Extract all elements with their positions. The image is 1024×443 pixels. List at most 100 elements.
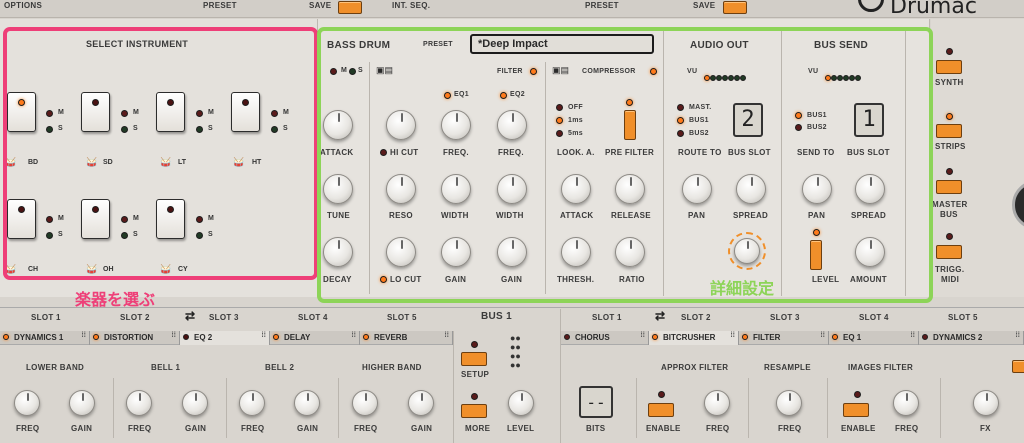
bus-label: BUS (940, 210, 958, 219)
tab-delay[interactable]: DELAY ⁞⁞ (270, 331, 360, 345)
synth-button[interactable] (936, 60, 962, 74)
divider (636, 378, 637, 438)
save-label: SAVE (309, 1, 332, 10)
freq-label: FREQ (895, 424, 919, 433)
strips-led (946, 113, 953, 120)
master-label: MASTER (932, 200, 968, 209)
gain-label: GAIN (411, 424, 433, 433)
fx-label: FX (980, 424, 991, 433)
tab-chorus[interactable]: CHORUS ⁞⁞ (561, 331, 649, 345)
bell-2-label: BELL 2 (265, 363, 295, 372)
bell-1-label: BELL 1 (151, 363, 181, 372)
brand-logo: Drumac (890, 0, 977, 19)
lower-freq-knob[interactable] (14, 390, 40, 416)
tab-filter[interactable]: FILTER ⁞⁞ (739, 331, 829, 345)
bus1-level-knob[interactable] (508, 390, 534, 416)
instrument-highlight (3, 27, 318, 280)
bus1-slot-label: SLOT 5 (387, 313, 417, 322)
bus2-slot-label: SLOT 5 (948, 313, 978, 322)
synth-label: SYNTH (935, 78, 964, 87)
options-menu[interactable]: OPTIONS (4, 1, 42, 10)
freq-label: FREQ (128, 424, 152, 433)
divider (338, 378, 339, 438)
images-enable-button[interactable] (843, 403, 869, 417)
resample-label: RESAMPLE (764, 363, 811, 372)
bus1-title: BUS 1 (481, 311, 512, 322)
tab-bitcrusher[interactable]: BITCRUSHER ⁞⁞ (649, 331, 739, 345)
detail-highlight (317, 27, 933, 303)
bus2-slot-label: SLOT 1 (592, 313, 622, 322)
more-button[interactable] (461, 404, 487, 418)
enable-label: ENABLE (646, 424, 681, 433)
save-button[interactable] (338, 1, 362, 14)
trigg-midi-led (946, 233, 953, 240)
top-bar: OPTIONS PRESET SAVE INT. SEQ. PRESET SAV… (0, 0, 1024, 19)
master-bus-led (946, 168, 953, 175)
tab-reverb[interactable]: REVERB ⁞⁞ (360, 331, 453, 345)
trigg-midi-button[interactable] (936, 245, 962, 259)
higher-freq-knob[interactable] (352, 390, 378, 416)
bus1-slot-label: SLOT 2 (120, 313, 150, 322)
freq-label: FREQ (706, 424, 730, 433)
bell2-gain-knob[interactable] (294, 390, 320, 416)
freq-label: FREQ (354, 424, 378, 433)
divider (940, 378, 941, 438)
more-label: MORE (465, 424, 491, 433)
images-enable-led (854, 391, 861, 398)
divider (113, 378, 114, 438)
bits-display[interactable]: -- (579, 386, 613, 418)
strips-button[interactable] (936, 124, 962, 138)
tab-eq-1[interactable]: EQ 1 ⁞⁞ (829, 331, 919, 345)
strips-label: STRIPS (935, 142, 966, 151)
divider (748, 378, 749, 438)
bus2-slot-label: SLOT 3 (770, 313, 800, 322)
save-button-2[interactable] (723, 1, 747, 14)
tab-distortion[interactable]: DISTORTION ⁞⁞ (90, 331, 180, 345)
preset-label-2: PRESET (585, 1, 619, 10)
resample-freq-knob[interactable] (776, 390, 802, 416)
approx-filter-label: APPROX FILTER (661, 363, 729, 372)
bus2-edge-button[interactable] (1012, 360, 1024, 373)
enable-label: ENABLE (841, 424, 876, 433)
midi-label: MIDI (941, 275, 960, 284)
logo-icon (858, 0, 884, 12)
gain-label: GAIN (297, 424, 319, 433)
bus-meter-icon: ●● ●● ●● ●● (510, 333, 521, 370)
more-led (471, 393, 478, 400)
bus2-slot-label: SLOT 4 (859, 313, 889, 322)
bus1-slot-label: SLOT 3 (209, 313, 239, 322)
approx-freq-knob[interactable] (704, 390, 730, 416)
divider (226, 378, 227, 438)
setup-label: SETUP (461, 370, 490, 379)
master-bus-button[interactable] (936, 180, 962, 194)
lower-gain-knob[interactable] (69, 390, 95, 416)
tab-eq-2[interactable]: EQ 2 ⁞⁞ (180, 331, 270, 345)
freq-label: FREQ (241, 424, 265, 433)
bus1-slot-label: SLOT 1 (31, 313, 61, 322)
fx-knob[interactable] (973, 390, 999, 416)
bell2-freq-knob[interactable] (239, 390, 265, 416)
images-freq-knob[interactable] (893, 390, 919, 416)
swap-icon[interactable]: ⇄ (655, 309, 665, 323)
preset-label: PRESET (203, 1, 237, 10)
higher-gain-knob[interactable] (408, 390, 434, 416)
swap-icon[interactable]: ⇄ (185, 309, 195, 323)
divider (827, 378, 828, 438)
approx-enable-button[interactable] (648, 403, 674, 417)
int-seq-label[interactable]: INT. SEQ. (392, 1, 430, 10)
tab-dynamics-1[interactable]: DYNAMICS 1 ⁞⁞ (0, 331, 90, 345)
freq-label: FREQ (778, 424, 802, 433)
bits-label: BITS (586, 424, 606, 433)
divider (453, 331, 454, 443)
bell1-gain-knob[interactable] (182, 390, 208, 416)
detail-annotation: 詳細設定 (710, 281, 775, 298)
tab-dynamics-2[interactable]: DYNAMICS 2 ⁞⁞ (919, 331, 1024, 345)
bell1-freq-knob[interactable] (126, 390, 152, 416)
images-filter-label: IMAGES FILTER (848, 363, 914, 372)
gain-label: GAIN (71, 424, 93, 433)
setup-button[interactable] (461, 352, 487, 366)
divider (560, 309, 561, 443)
gain-label: GAIN (185, 424, 207, 433)
bus1-tab-bar: DYNAMICS 1 ⁞⁞ DISTORTION ⁞⁞ EQ 2 ⁞⁞ DELAY ⁞⁞… (0, 331, 453, 345)
bus2-slot-label: SLOT 2 (681, 313, 711, 322)
